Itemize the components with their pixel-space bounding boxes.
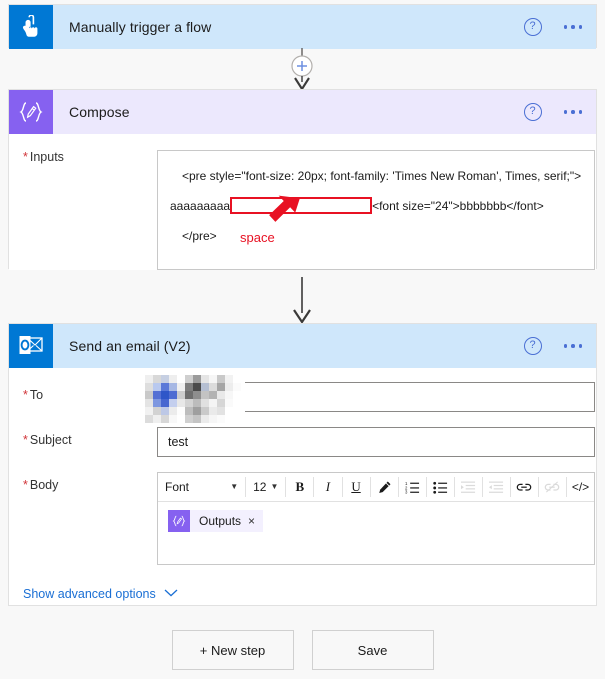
save-button[interactable]: Save [311, 630, 434, 670]
hand-tap-icon [9, 5, 53, 49]
more-options-icon[interactable] [563, 110, 582, 114]
more-options-icon[interactable] [563, 25, 582, 29]
font-family-dropdown[interactable]: Font ▼ [160, 476, 243, 498]
redacted-recipient-overlay [145, 375, 245, 423]
chevron-down-icon: ▼ [230, 482, 239, 491]
flow-designer-canvas: Manually trigger a flow ? Compose ? * In… [0, 0, 605, 679]
toolbar-divider [245, 477, 247, 497]
code-view-icon[interactable]: </> [569, 475, 592, 499]
link-icon[interactable] [513, 475, 536, 499]
rte-toolbar: Font ▼ 12 ▼ B I U 1 2 3 </> [158, 473, 594, 502]
italic-button[interactable]: I [316, 475, 339, 499]
trigger-title: Manually trigger a flow [69, 19, 212, 35]
body-content-area[interactable]: Outputs × [158, 502, 594, 564]
send-email-title: Send an email (V2) [69, 338, 191, 354]
body-label-text: Body [29, 478, 59, 492]
indent-increase-icon[interactable] [457, 475, 480, 499]
trigger-card[interactable]: Manually trigger a flow ? [8, 4, 597, 49]
compose-body: * Inputs <pre style="font-size: 20px; fon… [9, 134, 596, 270]
to-label: * To [9, 382, 157, 402]
font-size-dropdown[interactable]: 12 ▼ [248, 476, 283, 498]
font-family-value: Font [165, 480, 190, 494]
required-asterisk: * [23, 150, 28, 164]
compose-inputs-field[interactable]: <pre style="font-size: 20px; font-family… [157, 150, 595, 270]
subject-label: * Subject [9, 427, 157, 447]
help-icon[interactable]: ? [523, 103, 542, 121]
code-line-1: <pre style="font-size: 20px; font-family… [182, 169, 582, 183]
code-line-2-before: aaaaaaaaa [170, 199, 231, 213]
indent-decrease-icon[interactable] [485, 475, 508, 499]
svg-text:3: 3 [405, 490, 408, 494]
toolbar-divider [397, 477, 399, 497]
token-label: Outputs [199, 514, 242, 528]
compose-braces-pencil-icon [9, 90, 53, 134]
inputs-label-text: Inputs [29, 150, 64, 164]
bold-button[interactable]: B [288, 475, 311, 499]
dynamic-content-token[interactable]: Outputs × [168, 510, 264, 532]
show-advanced-options-label: Show advanced options [23, 587, 156, 601]
send-email-body: * To * Subject test * Body Font ▼ 12 ▼ B… [9, 368, 596, 601]
send-email-card[interactable]: Send an email (V2) ? *To *Subject test [8, 323, 597, 606]
subject-input[interactable]: test [157, 427, 595, 457]
help-icon[interactable]: ? [523, 337, 542, 355]
body-label: * Body [9, 472, 157, 492]
inputs-label: * Inputs [9, 150, 157, 164]
send-email-header-actions: ? [523, 337, 597, 355]
toolbar-divider [509, 477, 511, 497]
toolbar-divider [537, 477, 539, 497]
subject-label-text: Subject [29, 433, 72, 447]
chevron-down-icon: ▼ [270, 482, 279, 491]
trigger-card-header[interactable]: Manually trigger a flow ? [9, 5, 596, 49]
compose-card[interactable]: Compose ? * Inputs <pre style="font-size:… [8, 89, 597, 270]
compose-header-actions: ? [523, 103, 597, 121]
toolbar-divider [369, 477, 371, 497]
code-line-2: aaaaaaaaa <font size="24">bbbbbbb</font> [170, 191, 582, 221]
show-advanced-options-link[interactable]: Show advanced options [9, 565, 596, 601]
toolbar-divider [425, 477, 427, 497]
outlook-icon [9, 324, 53, 368]
annotation-space-label: space [240, 230, 275, 245]
unlink-icon[interactable] [541, 475, 564, 499]
toolbar-divider [313, 477, 315, 497]
compose-title: Compose [69, 104, 130, 120]
toolbar-divider [566, 477, 567, 497]
close-icon[interactable]: × [248, 514, 263, 528]
footer-actions: + New step Save [0, 630, 605, 670]
send-email-card-header[interactable]: Send an email (V2) ? [9, 324, 596, 368]
more-options-icon[interactable] [563, 344, 582, 348]
body-rich-text-editor[interactable]: Font ▼ 12 ▼ B I U 1 2 3 </> Outputs × [157, 472, 595, 565]
new-step-button[interactable]: + New step [171, 630, 294, 670]
help-icon[interactable]: ? [523, 18, 542, 36]
toolbar-divider [285, 477, 287, 497]
required-asterisk: * [23, 433, 28, 447]
chevron-down-icon [164, 588, 178, 600]
compose-braces-pencil-icon [168, 510, 190, 532]
connector-compose-to-email [0, 277, 605, 324]
required-asterisk: * [23, 478, 28, 492]
compose-card-header[interactable]: Compose ? [9, 90, 596, 134]
bulleted-list-icon[interactable] [429, 475, 452, 499]
numbered-list-icon[interactable]: 1 2 3 [401, 475, 424, 499]
font-size-value: 12 [253, 480, 267, 494]
code-line-2-after: <font size="24">bbbbbbb</font> [372, 199, 544, 213]
pen-icon[interactable] [373, 475, 396, 499]
trigger-header-actions: ? [523, 18, 597, 36]
toolbar-divider [341, 477, 343, 497]
code-line-3: </pre> [182, 229, 217, 243]
to-label-text: To [29, 388, 44, 402]
required-asterisk: * [23, 388, 28, 402]
underline-button[interactable]: U [344, 475, 367, 499]
toolbar-divider [481, 477, 483, 497]
connector-trigger-to-compose[interactable] [0, 48, 605, 91]
toolbar-divider [453, 477, 455, 497]
